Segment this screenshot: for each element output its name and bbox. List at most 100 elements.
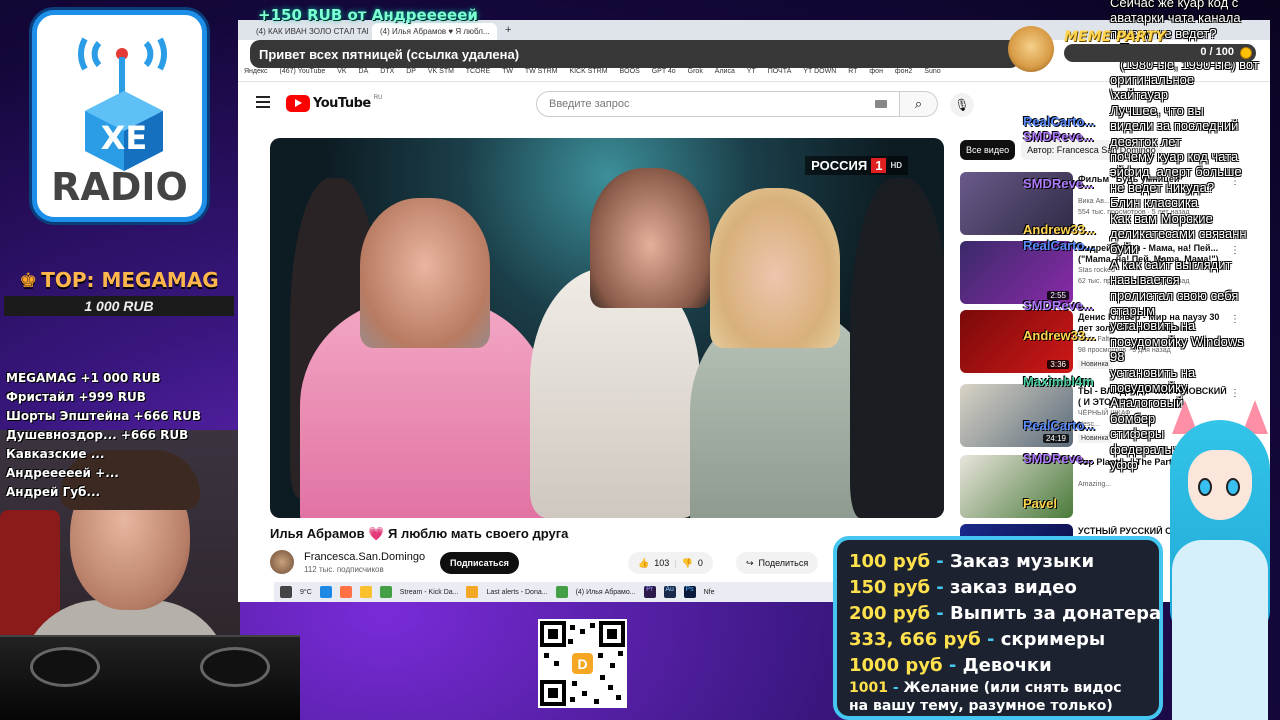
bookmark-item[interactable]: TW xyxy=(502,68,513,75)
like-count[interactable]: 103 xyxy=(654,558,669,568)
weather-widget[interactable]: 9°C xyxy=(300,589,312,596)
bookmark-item[interactable]: YT DOWN xyxy=(803,68,836,75)
subscribe-button[interactable]: Подписаться xyxy=(440,552,519,574)
divider: | xyxy=(674,558,677,568)
woman-pink-face xyxy=(360,198,490,348)
donor-item: Душевноздор... +666 RUB xyxy=(6,428,189,442)
firefox-icon[interactable] xyxy=(339,586,352,598)
tab-ilya-abramov[interactable]: (4) Илья Абрамов ♥ Я любл... xyxy=(372,23,497,40)
chat-message: Как вам Морские xyxy=(1110,210,1213,226)
share-button[interactable]: ↪ Поделиться xyxy=(736,552,819,574)
taskbar-app[interactable]: Stream - Kick Da... xyxy=(400,589,459,596)
chat-message: видели за последний xyxy=(1110,118,1239,134)
channel-avatar[interactable] xyxy=(270,550,294,574)
price-item: 200 руб - Выпить за донатера xyxy=(849,601,1161,627)
bookmark-item[interactable]: ПОЧТА xyxy=(768,68,792,75)
new-tab-button[interactable]: + xyxy=(500,23,520,40)
bookmark-item[interactable]: TCORE xyxy=(466,68,491,75)
donation-qr-code[interactable]: D xyxy=(538,619,627,708)
top-donor-title-row: ♚ TOP: MEGAMAG xyxy=(0,268,238,292)
search-input[interactable]: Введите запрос xyxy=(536,91,900,117)
xe-radio-logo: XE RADIO xyxy=(32,10,207,222)
chip-all-videos[interactable]: Все видео xyxy=(960,140,1016,160)
vtuber-body xyxy=(1172,540,1268,720)
chat-message: называется xyxy=(1110,272,1180,288)
audition-icon[interactable]: Au xyxy=(663,586,676,598)
bookmark-item[interactable]: Алиса xyxy=(715,68,735,75)
bookmark-item[interactable]: KICK STRM xyxy=(569,68,607,75)
bookmark-item[interactable]: фон xyxy=(869,68,883,75)
search-placeholder: Введите запрос xyxy=(549,98,630,110)
mic-button[interactable]: 🎙 xyxy=(950,93,974,117)
edge-icon[interactable] xyxy=(319,586,332,598)
bookmark-item[interactable]: Suno xyxy=(924,68,940,75)
premiere-icon[interactable]: Pr xyxy=(643,586,656,598)
top-donor-amount: 1 000 RUB xyxy=(4,296,234,316)
bookmark-item[interactable]: фон2 xyxy=(895,68,912,75)
chat-message: буйи xyxy=(1110,241,1139,257)
chrome-icon[interactable] xyxy=(555,586,568,598)
bookmark-item[interactable]: GPT 4o xyxy=(652,68,676,75)
price-dash: - xyxy=(887,680,904,696)
chat-message: десяток лет xyxy=(1110,133,1182,149)
bookmark-item[interactable]: VK xyxy=(337,68,346,75)
price-value: 100 руб xyxy=(849,551,931,572)
bookmark-item[interactable]: DP xyxy=(406,68,416,75)
thumbs-down-icon[interactable]: 👎 xyxy=(682,558,693,569)
taskbar-app[interactable]: (4) Илья Абрамо... xyxy=(576,589,636,596)
chat-username: SMDReve... xyxy=(1023,176,1094,191)
vtuber-eye-right xyxy=(1226,478,1240,496)
thumbs-up-icon[interactable]: 👍 xyxy=(638,558,649,569)
price-item: 333, 666 руб - скримеры xyxy=(849,627,1159,653)
tab-ivan-zolo[interactable]: (4) КАК ИВАН ЗОЛО СТАЛ ТАКИ... xyxy=(248,23,368,40)
price-value: 200 руб xyxy=(849,603,931,624)
meme-progress-count: 0 / 100 xyxy=(1200,46,1234,58)
price-desc: Желание (или снять видос xyxy=(903,680,1122,696)
bookmark-item[interactable]: VK STM xyxy=(428,68,454,75)
chat-message: уфф xyxy=(1110,457,1138,472)
channel-name[interactable]: Francesca.San.Domingo xyxy=(304,551,425,563)
bookmark-item[interactable]: BOOS xyxy=(620,68,640,75)
dislike-count[interactable]: 0 xyxy=(698,558,703,568)
photoshop-icon[interactable]: Ps xyxy=(683,586,696,598)
youtube-logo[interactable]: YouTube RU xyxy=(286,94,382,112)
chat-message: Блин классика xyxy=(1110,195,1199,211)
bookmark-item[interactable]: (467) YouTube xyxy=(280,68,326,75)
logo-radio-label: RADIO xyxy=(51,165,188,209)
hd-badge: HD xyxy=(890,161,902,170)
bookmark-item[interactable]: Яндекс xyxy=(244,68,268,75)
bookmark-item[interactable]: RT xyxy=(848,68,857,75)
price-dash: - xyxy=(980,629,1001,650)
price-value: 1000 руб xyxy=(849,655,943,676)
menu-icon[interactable] xyxy=(256,96,270,108)
top-donor-title: TOP: MEGAMAG xyxy=(41,268,219,292)
chat-message: установить на xyxy=(1110,318,1196,334)
donationalerts-icon[interactable] xyxy=(466,586,479,598)
keyboard-icon[interactable] xyxy=(875,100,887,108)
donationalerts-logo-icon: D xyxy=(572,653,593,674)
video-player[interactable]: РОССИЯ 1 HD xyxy=(270,138,944,518)
chat-message: деликатесами связанн xyxy=(1110,226,1247,241)
taskbar-app[interactable]: Last alerts - Dona... xyxy=(486,589,547,596)
chat-message: А как сайт выглядит xyxy=(1110,256,1232,272)
donor-item: Фристайл +999 RUB xyxy=(6,390,146,404)
bookmark-item[interactable]: DA xyxy=(359,68,369,75)
bookmark-item[interactable]: TW STRM xyxy=(525,68,558,75)
price-item: 1000 руб - Девочки xyxy=(849,653,1159,679)
folder-icon[interactable] xyxy=(359,586,372,598)
search-button[interactable]: ⌕ xyxy=(900,91,938,117)
start-icon[interactable] xyxy=(280,586,292,598)
coin-icon xyxy=(1240,47,1252,59)
channel-number: 1 xyxy=(871,158,887,173)
chat-message-banner: Привет всех пятницей (ссылка удалена) xyxy=(250,40,1020,68)
person-right xyxy=(850,178,944,518)
donor-item: Шорты Эпштейна +666 RUB xyxy=(6,409,201,423)
chrome-icon[interactable] xyxy=(379,586,392,598)
chat-message: оригинальное xyxy=(1110,72,1195,87)
bookmark-item[interactable]: DTX xyxy=(380,68,394,75)
youtube-wordmark: YouTube xyxy=(313,95,371,111)
bookmark-item[interactable]: Grok xyxy=(688,68,703,75)
microphone-icon: 🎙 xyxy=(954,98,970,112)
bookmark-item[interactable]: YT xyxy=(747,68,756,75)
taskbar-app[interactable]: Nfe xyxy=(704,589,715,596)
